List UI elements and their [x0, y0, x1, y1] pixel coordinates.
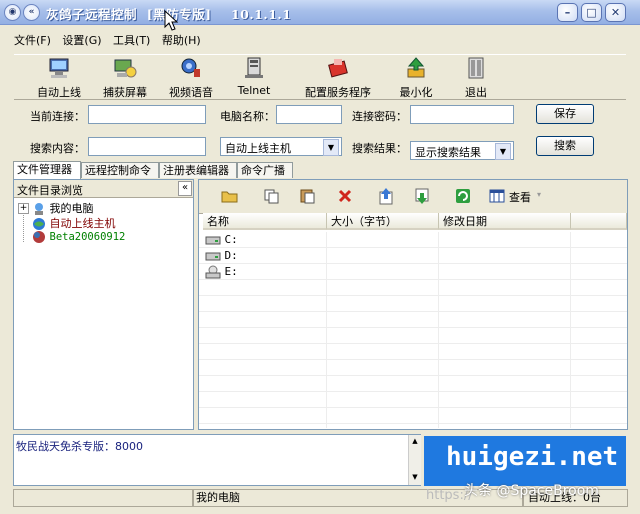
config-server-icon — [328, 59, 348, 78]
minimize-button[interactable]: 最小化 — [394, 57, 438, 100]
refresh-icon[interactable] — [455, 188, 471, 204]
watermark-author: 头条 @SpaceBroom — [464, 483, 599, 499]
expand-toggle-icon[interactable]: + — [18, 203, 29, 214]
video-voice-button[interactable]: 视频语音 — [166, 57, 216, 100]
chevron-down-icon[interactable]: ▼ — [495, 143, 511, 160]
copy-icon[interactable] — [263, 188, 281, 204]
title-chevron-icon[interactable]: « — [23, 4, 40, 21]
main-toolbar: 自动上线 捕获屏幕 视频语音 Telnet 配置服务程序 最小化 退出 — [14, 54, 626, 100]
search-button[interactable]: 搜索 — [536, 136, 594, 156]
search-content-label: 搜索内容： — [30, 142, 85, 155]
menu-tools[interactable]: 工具(T) — [113, 32, 150, 48]
password-field[interactable] — [410, 105, 514, 124]
window-maximize-button[interactable]: □ — [581, 3, 602, 22]
column-header-filler — [571, 213, 627, 230]
table-row[interactable]: E: — [205, 265, 238, 279]
view-dropdown-icon[interactable]: ▾ — [537, 190, 541, 199]
tab-registry-editor[interactable]: 注册表编辑器 — [159, 162, 237, 178]
column-header-name[interactable]: 名称 — [203, 213, 327, 230]
window-minimize-button[interactable]: – — [557, 3, 578, 22]
capture-screen-icon — [114, 59, 137, 78]
chevron-down-icon[interactable]: ▼ — [323, 139, 339, 156]
tab-file-manager[interactable]: 文件管理器 — [13, 161, 81, 179]
tree-header: 文件目录浏览 « — [14, 180, 193, 198]
log-scrollbar[interactable]: ▲ ▼ — [408, 435, 421, 485]
cd-drive-icon — [205, 265, 221, 279]
drive-icon — [205, 252, 221, 261]
tree-item-auto-online[interactable]: 自动上线主机 — [32, 215, 116, 231]
scroll-down-icon[interactable]: ▼ — [409, 471, 421, 483]
telnet-icon — [245, 57, 263, 78]
mouse-cursor-icon — [164, 10, 178, 31]
collapse-panel-button[interactable]: « — [178, 181, 192, 196]
log-area[interactable]: 牧民战天免杀专版：8000 ▲ ▼ — [13, 434, 421, 486]
watermark-site: huigezi.net — [446, 442, 619, 472]
password-label: 连接密码： — [352, 110, 407, 123]
tree-item-beta[interactable]: Beta20060912 — [32, 230, 125, 244]
view-grid-icon[interactable] — [489, 188, 505, 204]
menu-settings[interactable]: 设置(G) — [62, 32, 101, 48]
save-button[interactable]: 保存 — [536, 104, 594, 124]
up-folder-icon[interactable] — [221, 188, 239, 204]
pc-name-field[interactable] — [276, 105, 342, 124]
tree-header-title: 文件目录浏览 — [17, 184, 83, 197]
telnet-button[interactable]: Telnet — [232, 57, 276, 97]
menu-bar: 文件(F) 设置(G) 工具(T) 帮助(H) — [14, 32, 209, 50]
capture-screen-button[interactable]: 捕获屏幕 — [100, 57, 150, 100]
download-icon[interactable] — [413, 187, 431, 205]
config-server-button[interactable]: 配置服务程序 — [298, 57, 378, 100]
view-menu-button[interactable]: 查看 — [509, 189, 531, 205]
auto-online-button[interactable]: 自动上线 — [34, 57, 84, 100]
host-icon — [33, 231, 45, 243]
globe-icon — [33, 218, 45, 230]
search-content-field[interactable] — [88, 137, 206, 156]
exit-icon — [468, 57, 484, 79]
menu-file[interactable]: 文件(F) — [14, 32, 51, 48]
current-connection-field[interactable] — [88, 105, 206, 124]
exit-button[interactable]: 退出 — [456, 57, 496, 100]
log-text: 牧民战天免杀专版：8000 — [16, 440, 143, 453]
paste-icon[interactable] — [299, 188, 317, 204]
window-close-button[interactable]: ✕ — [605, 3, 626, 22]
upload-icon[interactable] — [377, 187, 395, 205]
file-list-panel: 查看 ▾ 名称 大小（字节） 修改日期 C: D: E: — [198, 179, 628, 430]
menu-help[interactable]: 帮助(H) — [162, 32, 201, 48]
status-left — [13, 489, 193, 507]
tab-command-broadcast[interactable]: 命令广播 — [237, 162, 293, 178]
grid-rows — [199, 232, 627, 424]
minimize-icon — [407, 57, 425, 78]
my-computer-icon — [35, 203, 43, 215]
current-connection-label: 当前连接： — [30, 110, 85, 123]
drive-icon — [205, 236, 221, 245]
pc-name-label: 电脑名称： — [220, 110, 275, 123]
column-header-size[interactable]: 大小（字节） — [327, 213, 439, 230]
table-row[interactable]: C: — [205, 233, 238, 246]
auto-online-icon — [49, 58, 69, 78]
search-result-label: 搜索结果： — [352, 142, 407, 155]
video-voice-icon — [181, 58, 200, 77]
search-result-select[interactable]: 显示搜索结果 ▼ — [410, 141, 514, 160]
directory-tree-panel: 文件目录浏览 « + 我的电脑 自动上线主机 Beta20060912 — [13, 179, 194, 430]
tree-line — [23, 210, 25, 242]
tab-remote-commands[interactable]: 远程控制命令 — [81, 162, 159, 178]
system-menu-icon[interactable]: ◉ — [4, 4, 21, 21]
tree-item-my-computer[interactable]: 我的电脑 — [32, 200, 94, 216]
search-scope-select[interactable]: 自动上线主机 ▼ — [220, 137, 342, 156]
scroll-up-icon[interactable]: ▲ — [409, 435, 421, 447]
column-header-modified[interactable]: 修改日期 — [439, 213, 571, 230]
title-bar: ◉ « 灰鸽子远程控制 [黑防专版] 10.1.1.1 – □ ✕ — [0, 0, 640, 25]
delete-icon[interactable] — [337, 188, 353, 204]
table-row[interactable]: D: — [205, 249, 238, 262]
file-toolbar: 查看 ▾ — [199, 180, 627, 214]
